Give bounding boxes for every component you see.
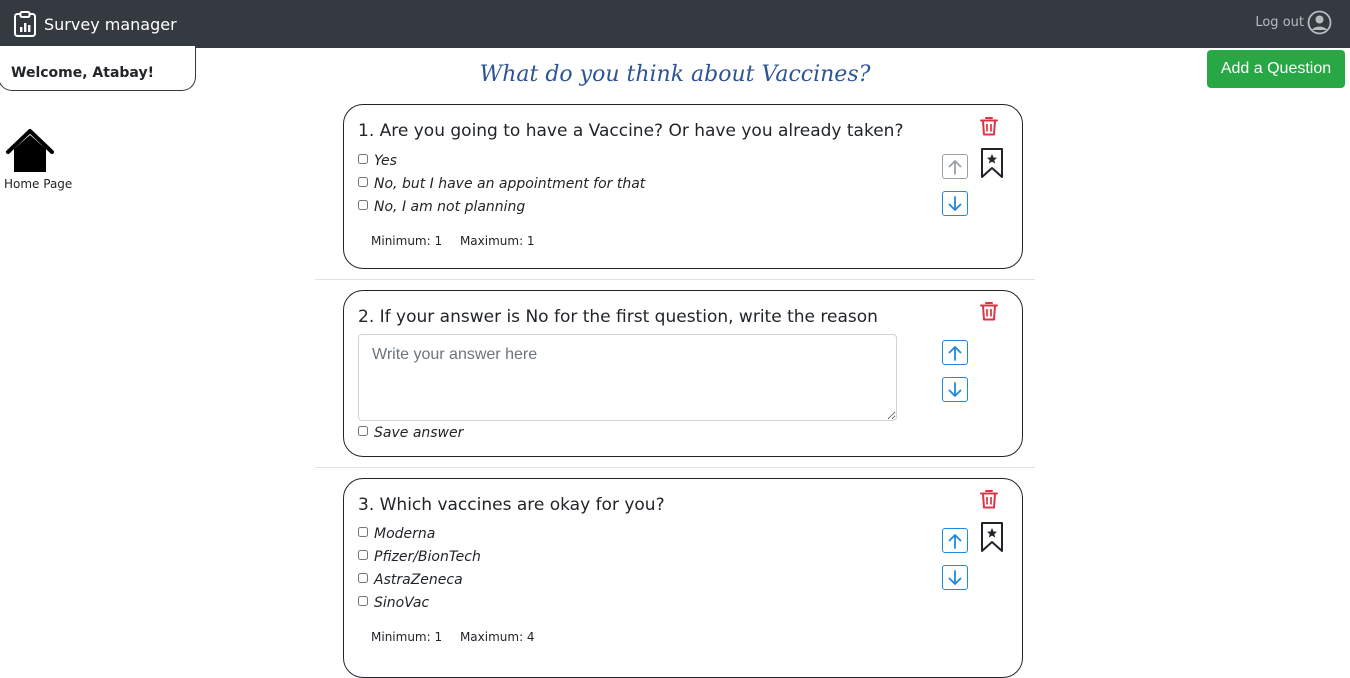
logout-label: Log out [1255,15,1304,30]
move-up-button[interactable] [942,154,968,179]
option-item[interactable]: Moderna [358,522,481,545]
option-item[interactable]: No, but I have an appointment for that [358,172,645,195]
option-checkbox[interactable] [358,199,368,210]
arrow-up-icon [948,159,962,175]
maximum-label: Maximum: 4 [459,630,535,644]
move-up-button[interactable] [942,528,968,553]
question-card-1: 1. Are you going to have a Vaccine? Or h… [343,104,1023,269]
brand[interactable]: Survey manager [13,11,177,37]
option-label: Yes [374,152,397,169]
bookmark-star-icon[interactable] [980,147,1004,179]
save-answer-label: Save answer [374,424,464,441]
arrow-up-icon [948,345,962,361]
min-max-info: Minimum: 1 Maximum: 1 [371,234,549,248]
divider [315,467,1035,468]
option-label: Moderna [374,525,436,542]
option-item[interactable]: Pfizer/BionTech [358,545,481,568]
move-down-button[interactable] [942,191,968,216]
minimum-label: Minimum: 1 [371,630,443,644]
arrow-down-icon [948,381,962,397]
option-label: Pfizer/BionTech [374,548,481,565]
option-label: No, I am not planning [374,198,526,215]
option-list: Moderna Pfizer/BionTech AstraZeneca Sino… [358,522,481,614]
arrow-up-icon [948,533,962,549]
option-checkbox[interactable] [358,176,368,187]
question-title: 3. Which vaccines are okay for you? [358,495,665,515]
answer-textarea[interactable] [358,334,897,421]
option-item[interactable]: SinoVac [358,591,481,614]
option-checkbox[interactable] [358,595,368,606]
arrow-down-icon [948,569,962,585]
add-question-button[interactable]: Add a Question [1207,50,1345,88]
option-label: No, but I have an appointment for that [374,175,646,192]
arrow-down-icon [948,195,962,211]
brand-label: Survey manager [44,14,177,34]
move-up-button[interactable] [942,340,968,365]
house-icon [6,129,54,172]
bookmark-star-icon[interactable] [980,521,1004,553]
question-title: 2. If your answer is No for the first qu… [358,307,878,327]
option-label: SinoVac [374,594,430,611]
question-card-3: 3. Which vaccines are okay for you? Mode… [343,478,1023,678]
move-down-button[interactable] [942,377,968,402]
option-checkbox[interactable] [358,549,368,560]
delete-icon[interactable] [980,301,998,321]
navbar: Survey manager Log out [0,0,1350,48]
option-checkbox[interactable] [358,153,368,164]
minimum-label: Minimum: 1 [371,234,443,248]
divider [315,279,1035,280]
option-checkbox[interactable] [358,572,368,583]
save-answer-option[interactable]: Save answer [358,421,463,444]
option-item[interactable]: Yes [358,149,645,172]
option-checkbox[interactable] [358,526,368,537]
delete-icon[interactable] [980,489,998,509]
clipboard-chart-icon [14,11,36,37]
min-max-info: Minimum: 1 Maximum: 4 [371,630,549,644]
option-label: AstraZeneca [374,571,463,588]
option-item[interactable]: No, I am not planning [358,195,645,218]
move-down-button[interactable] [942,565,968,590]
delete-icon[interactable] [980,116,998,136]
survey-title: What do you think about Vaccines? [479,62,871,87]
user-circle-icon [1307,10,1332,35]
logout-button[interactable]: Log out [1255,10,1332,35]
home-page-label: Home Page [4,177,73,191]
save-answer-checkbox[interactable] [358,425,368,436]
maximum-label: Maximum: 1 [459,234,535,248]
option-item[interactable]: AstraZeneca [358,568,481,591]
option-list: Yes No, but I have an appointment for th… [358,149,645,218]
question-card-2: 2. If your answer is No for the first qu… [343,290,1023,457]
home-page-link[interactable]: Home Page [4,128,74,191]
question-title: 1. Are you going to have a Vaccine? Or h… [358,121,904,141]
